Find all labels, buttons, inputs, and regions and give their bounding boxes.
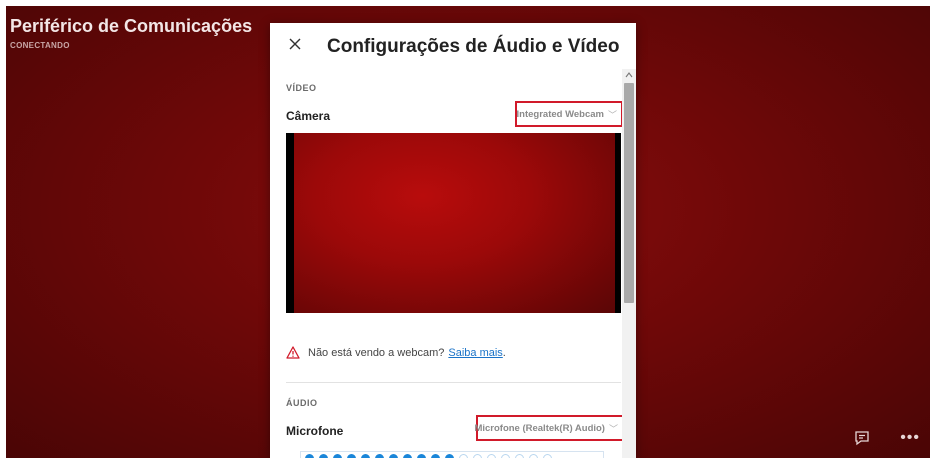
dialog-title: Configurações de Áudio e Vídeo (327, 36, 620, 57)
scroll-up-icon[interactable] (625, 71, 633, 79)
webcam-warning: Não está vendo a webcam? Saiba mais . (286, 346, 506, 359)
more-options-button[interactable]: ••• (900, 430, 920, 446)
section-divider (286, 382, 621, 383)
mic-level-dot (515, 454, 524, 458)
camera-select-value: Integrated Webcam (516, 108, 604, 120)
video-section-label: VÍDEO (286, 83, 317, 93)
mic-level-dot (375, 454, 384, 458)
mic-level-dot (333, 454, 342, 458)
scroll-thumb[interactable] (624, 83, 634, 303)
dialog-body: VÍDEO Câmera Integrated Webcam ﹀ Não est… (270, 69, 624, 458)
mic-level-dot (431, 454, 440, 458)
more-icon: ••• (900, 429, 920, 446)
warning-period: . (502, 346, 506, 359)
mic-level-dot (543, 454, 552, 458)
call-title: Periférico de Comunicações (10, 16, 253, 36)
mic-level-dot (319, 454, 328, 458)
chevron-down-icon: ﹀ (607, 109, 617, 120)
chat-icon (855, 431, 869, 446)
chevron-down-icon: ﹀ (608, 423, 618, 434)
camera-feed (294, 133, 615, 313)
mic-level-dot (361, 454, 370, 458)
warning-icon (286, 346, 300, 359)
camera-select[interactable]: Integrated Webcam ﹀ (515, 101, 623, 127)
mic-level-dot (389, 454, 398, 458)
microphone-select[interactable]: Microfone (Realtek(R) Audio) ﹀ (474, 415, 624, 441)
mic-level-dot (473, 454, 482, 458)
mic-level-dot (487, 454, 496, 458)
mic-level-dot (445, 454, 454, 458)
audio-section-label: ÁUDIO (286, 398, 318, 408)
dialog-scrollbar[interactable] (622, 69, 636, 458)
mic-level-dot (459, 454, 468, 458)
mic-level-dot (347, 454, 356, 458)
microphone-select-value: Microfone (Realtek(R) Audio) (474, 422, 605, 434)
av-settings-dialog: Configurações de Áudio e Vídeo VÍDEO Câm… (270, 23, 636, 458)
camera-label: Câmera (286, 109, 331, 123)
mic-level-dot (417, 454, 426, 458)
mic-level-dot (403, 454, 412, 458)
mic-level-dot (529, 454, 538, 458)
microphone-label: Microfone (286, 424, 344, 438)
camera-preview (286, 133, 621, 313)
warning-text: Não está vendo a webcam? (308, 346, 445, 359)
call-status: CONECTANDO (10, 41, 70, 50)
mic-level-meter (300, 451, 604, 458)
close-button[interactable] (286, 35, 306, 55)
learn-more-link[interactable]: Saiba mais (448, 347, 502, 359)
mic-level-dot (501, 454, 510, 458)
dialog-header: Configurações de Áudio e Vídeo (270, 23, 636, 69)
close-icon (289, 38, 301, 50)
mic-level-dot (305, 454, 314, 458)
chat-button[interactable] (854, 430, 870, 446)
